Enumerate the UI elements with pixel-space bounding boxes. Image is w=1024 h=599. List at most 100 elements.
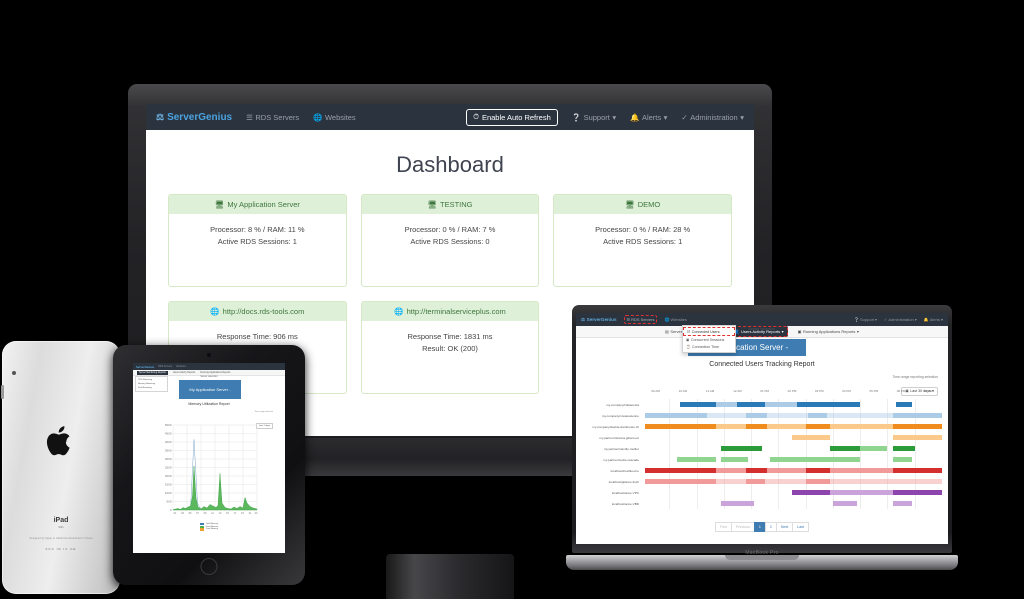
laptop-nav-rds-servers[interactable]: ☰ RDS Servers [623,315,658,324]
tablet-server-select[interactable]: My Application Server - [179,380,241,399]
gantt-row: my.company/davide.dambrosio.ch [584,421,942,432]
gantt-bar[interactable] [792,435,831,440]
laptop-nav-menu-administration[interactable]: ✓ Administration ▾ [884,317,917,322]
gantt-bar[interactable] [892,501,912,506]
gantt-bar[interactable] [644,413,708,418]
gantt-bar[interactable] [892,457,912,462]
laptop-nav-menu-support[interactable]: ❔ Support ▾ [854,317,877,322]
gantt-bar[interactable] [830,490,893,495]
gantt-bar[interactable] [892,435,942,440]
chevron-down-icon: ▾ [856,329,859,334]
tablet-nav-websites[interactable]: Websites [176,365,186,368]
gantt-bar[interactable] [767,468,806,473]
nav-menu-support[interactable]: ❔ Support ▾ [572,113,616,122]
gantt-bar[interactable] [892,413,942,418]
gantt-bar[interactable] [677,457,716,462]
laptop-nav-menu-alerts[interactable]: 🔔 Alerts ▾ [924,317,943,322]
gantt-bar[interactable] [892,490,942,495]
tablet-subnav-running-apps[interactable]: Running Applications Reports [200,372,230,374]
gantt-bar[interactable] [860,446,888,451]
gantt-bar[interactable] [767,413,809,418]
laptop-dropdown-item-connected-users[interactable]: ☷ Connected Users [683,327,735,337]
gantt-bar[interactable] [892,424,942,429]
gantt-gridline [914,498,916,509]
gantt-bar[interactable] [830,446,861,451]
nav-menu-administration[interactable]: ✓ Administration ▾ [681,113,744,122]
gantt-bar[interactable] [895,402,912,407]
gantt-bar[interactable] [764,402,798,407]
gantt-bar[interactable] [721,457,749,462]
gantt-bar[interactable] [644,424,716,429]
website-card[interactable]: 🌐 http://terminalserviceplus.com Respons… [360,301,540,394]
laptop-subnav-running-apps[interactable]: ▣ Running Applications Reports ▾ [798,329,859,334]
gantt-bar[interactable] [805,424,831,429]
server-card[interactable]: 🖥 DEMO Processor: 0 % / RAM: 28 % Active… [553,194,733,287]
tablet-nav-rds-servers[interactable]: RDS Servers [158,365,172,368]
nav-menu-alerts[interactable]: 🔔 Alerts ▾ [630,113,667,122]
tablet-dropdown-item-disk[interactable]: Disk Monitoring [136,386,167,390]
svg-text:2000: 2000 [165,474,172,478]
gantt-axis-tick: 06 PM [896,389,906,393]
tablet-brand-label[interactable]: ServerGenius [136,365,154,369]
gantt-bar[interactable] [644,468,716,473]
svg-text:0: 0 [170,508,172,512]
home-button[interactable] [200,558,218,575]
gantt-bar[interactable] [892,446,915,451]
gantt-bar[interactable] [792,490,831,495]
gantt-bar[interactable] [745,468,768,473]
brand-logo[interactable]: ⚖ ServerGenius [156,112,232,123]
gantt-bar[interactable] [745,424,768,429]
laptop-dropdown-item-concurrent-sessions[interactable]: ▣ Concurrent Sessions [683,336,735,343]
pagination-first[interactable]: First [714,522,731,532]
tablet-subnav-server-monitoring[interactable]: Server Monitoring Reports [137,370,168,375]
gantt-bar[interactable] [764,479,806,484]
gantt-bar[interactable] [830,424,893,429]
gantt-bar[interactable] [832,501,858,506]
gantt-bar[interactable] [745,479,765,484]
gantt-bar[interactable] [892,468,942,473]
server-card[interactable]: 🖥 My Application Server Processor: 8 % /… [168,194,347,287]
gantt-bar[interactable] [805,479,831,484]
nav-item-websites[interactable]: 🌐 Websites [313,113,356,122]
gantt-bar[interactable] [707,413,746,418]
gantt-bar[interactable] [721,501,754,506]
pagination-page-2[interactable]: 2 [764,522,776,532]
svg-text:05: 05 [189,512,192,515]
page-title: Dashboard [396,152,504,177]
nav-item-rds-servers[interactable]: ☰ RDS Servers [246,113,299,122]
gantt-bar[interactable] [830,479,942,484]
front-camera-icon [207,353,211,357]
gantt-bar[interactable] [830,468,893,473]
server-card[interactable]: 🖥 TESTING Processor: 0 % / RAM: 7 % Acti… [360,194,540,287]
gantt-bar[interactable] [715,468,746,473]
gantt-bar[interactable] [644,479,716,484]
gantt-bar[interactable] [737,402,765,407]
enable-auto-refresh-button[interactable]: ⏱ Enable Auto Refresh [466,108,558,126]
gantt-bar[interactable] [770,457,861,462]
pagination-previous[interactable]: Previous [730,522,754,532]
laptop-device: ⚖ ServerGenius ☰ RDS Servers 🌐 Websites … [566,305,958,575]
pagination-page-1[interactable]: 1 [753,522,765,532]
gantt-bar[interactable] [827,413,893,418]
gantt-gridline [887,432,889,443]
gantt-bar[interactable] [808,413,828,418]
gantt-bar[interactable] [715,402,738,407]
gantt-bar[interactable] [680,402,716,407]
laptop-brand[interactable]: ⚖ ServerGenius [581,317,617,323]
gantt-bar[interactable] [721,446,762,451]
pagination: First Previous 1 2 Next Last [576,522,948,532]
laptop-dropdown-item-connection-time[interactable]: ⌚ Connection Time [683,343,735,350]
gantt-bar[interactable] [805,468,831,473]
laptop-subnav-running-apps-label: Running Applications Reports [802,329,856,334]
pagination-next[interactable]: Next [775,522,793,532]
tablet-subnav-users-activity[interactable]: Users Activity Reports [173,372,195,374]
website-card-title: http://terminalserviceplus.com [406,307,506,316]
pagination-last[interactable]: Last [792,522,810,532]
laptop-nav-websites[interactable]: 🌐 Websites [664,317,686,322]
gantt-bar[interactable] [767,424,806,429]
gantt-bar[interactable] [745,413,768,418]
gantt-bar[interactable] [715,424,746,429]
volume-button[interactable] [1,385,4,399]
gantt-bar[interactable] [797,402,861,407]
gantt-bar[interactable] [715,479,746,484]
